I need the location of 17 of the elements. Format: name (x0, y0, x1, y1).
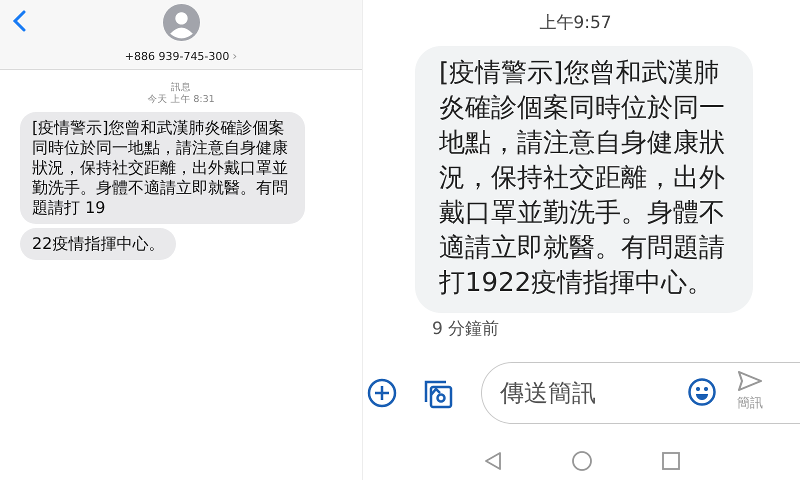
back-icon[interactable] (12, 10, 26, 32)
home-icon[interactable] (570, 450, 592, 472)
send-button[interactable]: 簡訊 (737, 370, 763, 412)
add-icon[interactable] (367, 378, 397, 408)
avatar-icon (162, 4, 200, 41)
message-bubble: [疫情警示]您曾和武漢肺炎確診個案同時位於同一地點，請注意自身健康狀況，保持社交距離，出外戴口罩並勤洗手。身體不適請立即就醫。有問題請打1922疫情指揮中心。 (415, 46, 753, 313)
emoji-icon[interactable] (688, 378, 716, 406)
contact-number[interactable]: +886 939-745-300 (124, 50, 230, 62)
service-label: 訊息 (171, 82, 191, 94)
message-bubble: [疫情警示]您曾和武漢肺炎確診個案同時位於同一地點，請注意自身健康狀況，保持社交距離，出外戴口罩並勤洗手。身體不適請立即就醫。有問題請打 19 (20, 112, 305, 224)
recents-icon[interactable] (660, 450, 682, 472)
timestamp: 今天 上午 8:31 (147, 94, 215, 106)
send-icon (737, 370, 763, 392)
time-label: 上午9:57 (539, 12, 612, 34)
message-bubble: 22疫情指揮中心。 (20, 228, 176, 260)
chevron[interactable]: › (232, 49, 238, 63)
message-age: 9 分鐘前 (432, 318, 500, 340)
